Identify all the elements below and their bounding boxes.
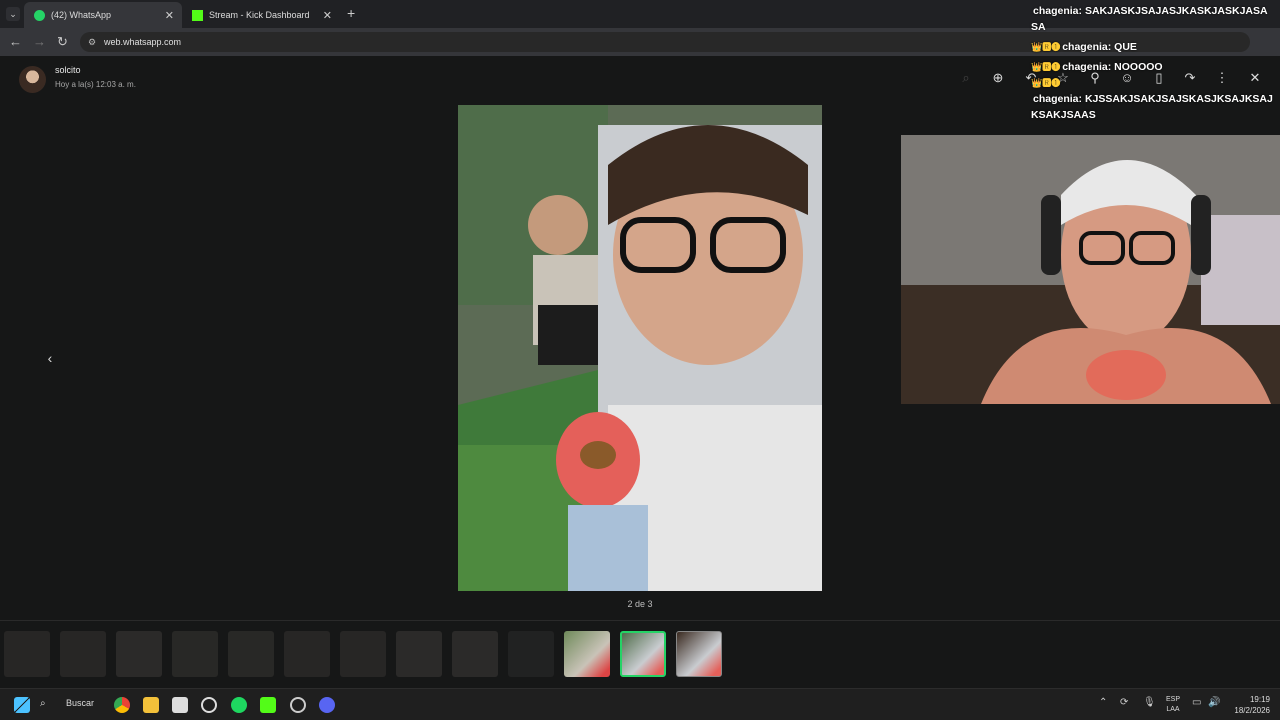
tab-kick[interactable]: Stream - Kick Dashboard ✕ bbox=[182, 2, 340, 28]
thumbnail[interactable] bbox=[452, 631, 498, 677]
keyboard-layout: LAA bbox=[1166, 706, 1180, 713]
chat-text: NOOOOO bbox=[1114, 61, 1163, 73]
thumbnail[interactable] bbox=[228, 631, 274, 677]
site-info-icon[interactable]: ⚙ bbox=[88, 32, 96, 52]
clock-date[interactable]: 18/2/2026 bbox=[1225, 706, 1270, 715]
chrome-icon[interactable] bbox=[114, 697, 130, 713]
volume-icon[interactable]: 🔊 bbox=[1208, 697, 1220, 708]
stream-chat-overlay: chagenia: SAKJASKJSAJASJKASKJASKJASA SA … bbox=[1031, 3, 1280, 123]
kick-icon[interactable] bbox=[260, 697, 276, 713]
clock-time[interactable]: 19:19 bbox=[1240, 695, 1270, 704]
thumbnail[interactable] bbox=[284, 631, 330, 677]
windows-start-icon[interactable] bbox=[14, 697, 30, 713]
chat-message: 👑🆁❶ chagenia: NOOOOO bbox=[1031, 59, 1280, 75]
chat-message: chagenia: SAKJASKJSAJASJKASKJASKJASA SA bbox=[1031, 3, 1280, 35]
thumbnail[interactable] bbox=[60, 631, 106, 677]
tab-whatsapp[interactable]: (42) WhatsApp ✕ bbox=[24, 2, 182, 28]
zoom-in-icon[interactable]: ⊕ bbox=[991, 70, 1005, 86]
thumbnail[interactable] bbox=[396, 631, 442, 677]
kick-icon bbox=[192, 9, 203, 21]
chat-username: chagenia: bbox=[1033, 5, 1083, 17]
chat-badges: 👑🆁❶ bbox=[1031, 42, 1061, 52]
contact-name: solcito bbox=[55, 65, 81, 75]
chat-username: chagenia: bbox=[1062, 41, 1112, 53]
chat-badges: 👑🆁❶ bbox=[1031, 62, 1061, 72]
app-icon[interactable] bbox=[172, 697, 188, 713]
new-tab-button[interactable]: + bbox=[347, 5, 355, 21]
thumbnail[interactable] bbox=[676, 631, 722, 677]
network-icon[interactable]: ▭ bbox=[1192, 697, 1201, 708]
webcam-overlay bbox=[901, 135, 1280, 404]
tab-label: Stream - Kick Dashboard bbox=[209, 10, 310, 20]
whatsapp-icon bbox=[34, 9, 45, 21]
thumbnail[interactable] bbox=[340, 631, 386, 677]
previous-media-button[interactable]: ‹ bbox=[40, 348, 60, 368]
chat-message: 👑🆁❶ chagenia: QUE bbox=[1031, 39, 1280, 55]
microphone-icon[interactable]: 🎙 bbox=[1143, 697, 1156, 708]
sync-icon[interactable]: ⟳ bbox=[1120, 697, 1128, 708]
spotify-icon[interactable] bbox=[231, 697, 247, 713]
zoom-out-icon: ⌕ bbox=[962, 70, 970, 85]
thumbnail-selected[interactable] bbox=[620, 631, 666, 677]
file-explorer-icon[interactable] bbox=[143, 697, 159, 713]
language-code: ESP bbox=[1165, 696, 1180, 703]
message-timestamp: Hoy a la(s) 12:03 a. m. bbox=[55, 80, 136, 89]
tab-search-button[interactable]: ⌄ bbox=[6, 7, 20, 21]
media-counter: 2 de 3 bbox=[627, 599, 653, 609]
close-tab-icon[interactable]: ✕ bbox=[165, 9, 174, 22]
chat-message: 👑🆁❶ bbox=[1031, 75, 1280, 91]
thumbnail[interactable] bbox=[564, 631, 610, 677]
main-photo bbox=[458, 105, 822, 591]
thumbnail[interactable] bbox=[172, 631, 218, 677]
url-text: web.whatsapp.com bbox=[104, 37, 182, 47]
taskbar-search-button[interactable]: Buscar bbox=[66, 698, 94, 708]
thumbnail[interactable] bbox=[4, 631, 50, 677]
search-icon[interactable]: ⌕ bbox=[40, 698, 46, 709]
chat-username: chagenia: bbox=[1033, 93, 1083, 105]
chat-username: chagenia: bbox=[1062, 61, 1112, 73]
windows-taskbar: ⌕ Buscar bbox=[0, 688, 1280, 720]
thumbnail-divider bbox=[0, 620, 1280, 621]
thumbnail[interactable] bbox=[116, 631, 162, 677]
discord-icon[interactable] bbox=[319, 697, 335, 713]
chevron-up-icon[interactable]: ⌃ bbox=[1099, 697, 1107, 708]
chat-text: QUE bbox=[1114, 41, 1137, 53]
chat-message: chagenia: KJSSAKJSAKJSAJSKASJKSAJKSAJ KS… bbox=[1031, 91, 1280, 123]
close-tab-icon[interactable]: ✕ bbox=[323, 9, 332, 22]
reload-icon[interactable]: ↻ bbox=[57, 34, 68, 50]
avatar[interactable] bbox=[19, 66, 46, 93]
tab-label: (42) WhatsApp bbox=[51, 10, 112, 20]
app-icon[interactable] bbox=[290, 697, 306, 713]
thumbnail[interactable] bbox=[508, 631, 554, 677]
back-icon[interactable]: ← bbox=[9, 34, 22, 49]
forward-icon[interactable]: → bbox=[33, 34, 46, 49]
chat-badges: 👑🆁❶ bbox=[1031, 78, 1061, 88]
chatgpt-icon[interactable] bbox=[201, 697, 217, 713]
language-indicator[interactable]: ESP LAA bbox=[1164, 695, 1182, 715]
